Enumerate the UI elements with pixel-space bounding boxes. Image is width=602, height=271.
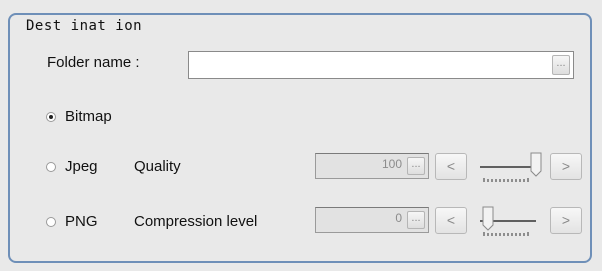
quality-increase-button[interactable]: >	[550, 153, 582, 180]
compression-decrease-button[interactable]: <	[435, 207, 467, 234]
compression-slider[interactable]	[476, 201, 542, 241]
compression-dots-button[interactable]: ...	[407, 211, 425, 229]
folder-name-input[interactable]	[188, 51, 574, 79]
png-label: PNG	[65, 213, 98, 230]
destination-legend: Dest inat ion	[22, 18, 147, 34]
jpeg-label: Jpeg	[65, 158, 98, 175]
folder-name-label: Folder name :	[47, 54, 140, 71]
bitmap-label: Bitmap	[65, 108, 112, 125]
quality-decrease-button[interactable]: <	[435, 153, 467, 180]
compression-increase-button[interactable]: >	[550, 207, 582, 234]
compression-slider-thumb[interactable]	[482, 206, 494, 231]
quality-dots-button[interactable]: ...	[407, 157, 425, 175]
radio-jpeg[interactable]	[46, 162, 56, 172]
destination-group: Dest inat ion Folder name : ... Bitmap J…	[8, 13, 592, 263]
quality-slider-thumb[interactable]	[530, 152, 542, 177]
browse-folder-button[interactable]: ...	[552, 55, 570, 75]
radio-bitmap[interactable]	[46, 112, 56, 122]
radio-png[interactable]	[46, 217, 56, 227]
compression-level-label: Compression level	[134, 213, 258, 230]
quality-slider[interactable]	[476, 147, 542, 187]
quality-slider-ticks	[483, 178, 529, 182]
compression-slider-ticks	[483, 232, 529, 236]
quality-label: Quality	[134, 158, 181, 175]
